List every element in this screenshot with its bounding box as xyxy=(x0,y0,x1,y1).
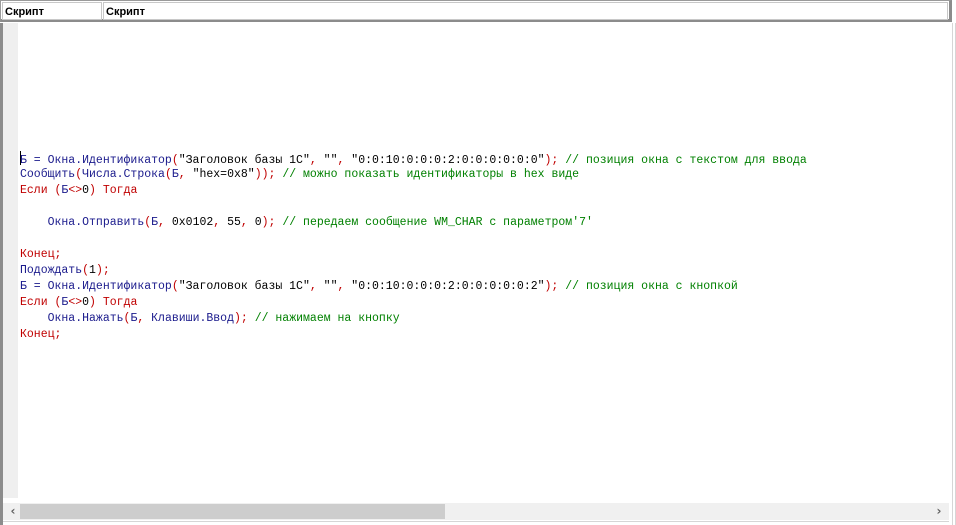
code-token-cm: // позиция окна с кнопкой xyxy=(565,280,738,293)
code-token-str: "" xyxy=(323,280,338,293)
code-token-str: 0 xyxy=(82,184,90,197)
code-line[interactable]: Подождать(1); xyxy=(20,263,807,279)
code-token-op: ( xyxy=(171,154,179,167)
code-token-id: Подождать xyxy=(20,264,83,277)
code-line[interactable]: Окна.Отправить(Б, 0x0102, 55, 0); // пер… xyxy=(20,215,807,231)
code-token-op: , xyxy=(309,280,324,293)
code-token-id: Б = Окна.Идентификатор xyxy=(20,154,172,167)
code-token-op: , xyxy=(178,168,193,181)
code-token-cm: // позиция окна с текстом для ввода xyxy=(565,154,807,167)
code-line[interactable]: Б = Окна.Идентификатор("Заголовок базы 1… xyxy=(20,279,807,295)
code-token-op: , xyxy=(137,312,152,325)
code-line[interactable]: Окна.Нажать(Б, Клавиши.Ввод); // нажимае… xyxy=(20,311,807,327)
code-token-str: 55 xyxy=(227,216,241,229)
code-token-op: ( xyxy=(171,280,179,293)
scrollbar-thumb[interactable] xyxy=(20,504,445,519)
code-token-str: "0:0:10:0:0:0:2:0:0:0:0:0:0" xyxy=(351,154,545,167)
code-token-str: "0:0:10:0:0:0:2:0:0:0:0:0:2" xyxy=(351,280,545,293)
code-token-op: , xyxy=(337,280,352,293)
code-token-str: 1 xyxy=(89,264,96,277)
code-line[interactable] xyxy=(20,231,807,247)
code-token-op: ); xyxy=(544,154,566,167)
chevron-left-icon[interactable]: ‹ xyxy=(5,503,21,520)
editor-right-border xyxy=(952,23,953,525)
code-token-op: ( xyxy=(164,168,172,181)
code-line[interactable]: Сообщить(Числа.Строка(Б, "hex=0x8")); //… xyxy=(20,167,807,183)
code-token-id: Клавиши.Ввод xyxy=(151,312,234,325)
code-token-op: ); xyxy=(233,312,255,325)
code-token-id: Числа.Строка xyxy=(82,168,165,181)
code-area[interactable]: Б = Окна.Идентификатор("Заголовок базы 1… xyxy=(20,151,807,343)
editor-gutter xyxy=(3,23,18,498)
code-token-op: <> xyxy=(68,296,83,309)
code-token-kw: Конец; xyxy=(20,328,62,341)
column-header-script-2[interactable]: Скрипт xyxy=(103,2,948,20)
code-line[interactable]: Б = Окна.Идентификатор("Заголовок базы 1… xyxy=(20,151,807,167)
code-token-kw: Конец; xyxy=(20,248,62,261)
code-token-str: "Заголовок базы 1С" xyxy=(178,154,310,167)
code-line[interactable]: Конец; xyxy=(20,247,807,263)
code-token-str: 0 xyxy=(82,296,90,309)
code-line[interactable]: Если (Б<>0) Тогда xyxy=(20,295,807,311)
code-line[interactable]: Если (Б<>0) Тогда xyxy=(20,183,807,199)
code-token-op: , xyxy=(213,216,228,229)
code-token-op: , xyxy=(158,216,172,229)
code-line[interactable] xyxy=(20,199,807,215)
code-token-str: 0x0102 xyxy=(171,216,214,229)
code-token-id: Б = Окна.Идентификатор xyxy=(20,280,172,293)
code-token-op: , xyxy=(309,154,324,167)
code-token-str: "" xyxy=(323,154,338,167)
code-token-op: ); xyxy=(95,264,110,277)
editor-bottom-border xyxy=(3,521,949,522)
code-token-cm: // нажимаем на кнопку xyxy=(254,312,400,325)
code-token-op: ) xyxy=(89,296,103,309)
horizontal-scrollbar[interactable]: ‹ › xyxy=(3,503,949,520)
code-token-id: Сообщить xyxy=(20,168,76,181)
code-token-op: ( xyxy=(82,264,90,277)
chevron-right-icon[interactable]: › xyxy=(931,503,947,520)
code-token-op: , xyxy=(240,216,255,229)
code-token-str: 0 xyxy=(254,216,262,229)
code-token-op: <> xyxy=(68,184,83,197)
code-token-cm: // передаем сообщение WM_CHAR с параметр… xyxy=(282,216,593,229)
code-token-op: )); xyxy=(254,168,283,181)
code-token-op: , xyxy=(337,154,352,167)
code-token-id: Б xyxy=(171,168,179,181)
code-token-op: ); xyxy=(261,216,283,229)
column-header: Скрипт Скрипт xyxy=(0,0,952,22)
code-token-op: ) xyxy=(89,184,103,197)
code-token-kw: Если xyxy=(20,296,55,309)
script-editor[interactable]: Б = Окна.Идентификатор("Заголовок базы 1… xyxy=(0,23,956,525)
code-token-id: Окна.Нажать xyxy=(20,312,124,325)
code-token-kw: Тогда xyxy=(102,184,138,197)
code-token-cm: // можно показать идентификаторы в hex в… xyxy=(282,168,580,181)
code-token-str: "Заголовок базы 1С" xyxy=(178,280,310,293)
code-token-kw: Если xyxy=(20,184,55,197)
code-token-kw: Тогда xyxy=(102,296,138,309)
column-header-script-1[interactable]: Скрипт xyxy=(2,2,102,20)
code-token-str: "hex=0x8" xyxy=(192,168,255,181)
code-token-id: Б xyxy=(151,216,159,229)
code-line[interactable]: Конец; xyxy=(20,327,807,343)
code-token-op: ); xyxy=(544,280,566,293)
code-token-id: Окна.Отправить xyxy=(20,216,145,229)
